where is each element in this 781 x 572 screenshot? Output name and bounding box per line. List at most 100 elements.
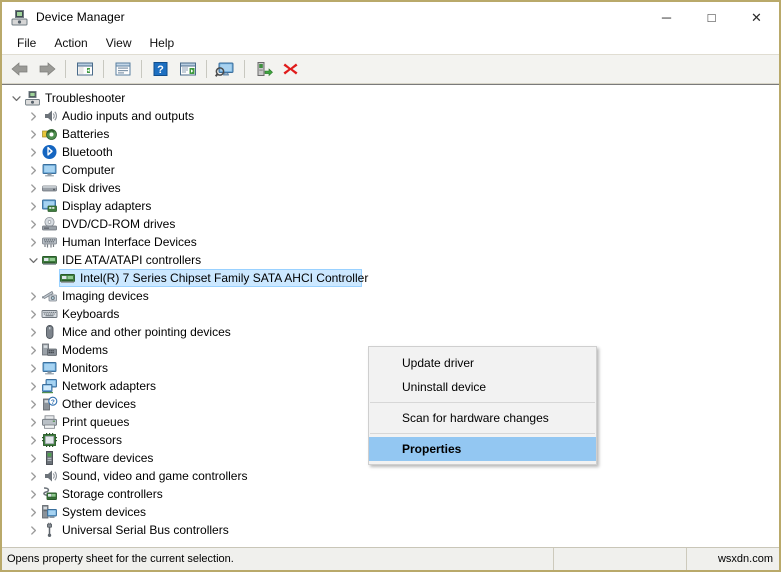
context-menu-item-update-driver[interactable]: Update driver [369, 351, 596, 375]
chevron-right-icon[interactable] [25, 341, 41, 359]
status-panel-watermark: wsxdn.com [717, 553, 773, 565]
tree-item-disk-drives[interactable]: Disk drives [2, 179, 779, 197]
tree-item-human-interface-devices[interactable]: Human Interface Devices [2, 233, 779, 251]
software-device-icon [41, 450, 58, 466]
tree-item-label: Keyboards [62, 307, 120, 321]
chevron-right-icon[interactable] [25, 377, 41, 395]
tree-item-troubleshooter[interactable]: Troubleshooter [2, 89, 779, 107]
tree-item-storage-controllers[interactable]: Storage controllers [2, 485, 779, 503]
context-menu-item-uninstall-device[interactable]: Uninstall device [369, 375, 596, 399]
tree-item-display-adapters[interactable]: Display adapters [2, 197, 779, 215]
tree-item-label: Imaging devices [62, 289, 149, 303]
tree-item-audio-inputs-and-outputs[interactable]: Audio inputs and outputs [2, 107, 779, 125]
properties-button[interactable] [110, 57, 135, 81]
monitor-icon [41, 162, 58, 178]
chevron-right-icon[interactable] [25, 395, 41, 413]
tree-item-label: Batteries [62, 127, 110, 141]
tree-item-batteries[interactable]: Batteries [2, 125, 779, 143]
tree-item-label: System devices [62, 505, 147, 519]
tree-item-intel-sata-ahci-controller[interactable]: Intel(R) 7 Series Chipset Family SATA AH… [2, 269, 779, 287]
tree-item-label: Network adapters [62, 379, 157, 393]
chevron-right-icon[interactable] [25, 521, 41, 539]
chevron-down-icon[interactable] [8, 89, 24, 107]
close-button[interactable]: ✕ [734, 2, 779, 32]
chevron-right-icon[interactable] [25, 449, 41, 467]
red-x-icon [283, 63, 298, 75]
update-driver-icon [257, 61, 273, 76]
tree-item-label: Processors [62, 433, 123, 447]
device-manager-window: Device Manager ─ □ ✕ File Action View He… [0, 0, 781, 572]
show-hide-console-tree-button[interactable] [72, 57, 97, 81]
chevron-right-icon[interactable] [25, 197, 41, 215]
title-bar: Device Manager ─ □ ✕ [2, 2, 779, 32]
status-bar: Opens property sheet for the current sel… [2, 547, 779, 570]
chevron-down-icon[interactable] [25, 251, 41, 269]
tree-item-ide-ata-atapi-controllers[interactable]: IDE ATA/ATAPI controllers [2, 251, 779, 269]
uninstall-device-button[interactable] [278, 57, 303, 81]
printer-icon [41, 414, 58, 430]
tree-item-label: Intel(R) 7 Series Chipset Family SATA AH… [80, 271, 369, 285]
chevron-right-icon[interactable] [25, 305, 41, 323]
chevron-right-icon[interactable] [25, 323, 41, 341]
chevron-right-icon[interactable] [25, 359, 41, 377]
chevron-right-icon[interactable] [25, 179, 41, 197]
action-play-icon [179, 62, 196, 76]
tree-item-computer[interactable]: Computer [2, 161, 779, 179]
update-driver-button[interactable] [251, 57, 276, 81]
chevron-right-icon[interactable] [25, 485, 41, 503]
forward-button[interactable] [34, 57, 59, 81]
chevron-right-icon[interactable] [25, 143, 41, 161]
chevron-right-icon[interactable] [25, 413, 41, 431]
tree-item-mice-and-other-pointing-devices[interactable]: Mice and other pointing devices [2, 323, 779, 341]
tree-item-dvd-cd-rom-drives[interactable]: DVD/CD-ROM drives [2, 215, 779, 233]
help-question-icon: ? [153, 62, 168, 76]
status-message: Opens property sheet for the current sel… [2, 548, 554, 570]
menu-help[interactable]: Help [141, 34, 184, 52]
menu-file[interactable]: File [8, 34, 45, 52]
back-button[interactable] [7, 57, 32, 81]
speaker-icon [41, 468, 58, 484]
chevron-right-icon[interactable] [25, 215, 41, 233]
tree-item-imaging-devices[interactable]: Imaging devices [2, 287, 779, 305]
tree-item-label: Display adapters [62, 199, 152, 213]
maximize-button[interactable]: □ [689, 2, 734, 32]
menu-view[interactable]: View [97, 34, 141, 52]
keyboard-icon [41, 306, 58, 322]
other-device-icon: ? [41, 396, 58, 412]
tree-item-system-devices[interactable]: System devices [2, 503, 779, 521]
toolbar-separator [141, 60, 142, 78]
tree-item-sound-video-and-game-controllers[interactable]: Sound, video and game controllers [2, 467, 779, 485]
chevron-right-icon[interactable] [25, 287, 41, 305]
toolbar: ? [2, 55, 779, 84]
computer-root-icon [24, 90, 41, 106]
chevron-right-icon[interactable] [25, 431, 41, 449]
optical-drive-icon [41, 216, 58, 232]
tree-item-label: Universal Serial Bus controllers [62, 523, 229, 537]
chevron-right-icon[interactable] [25, 161, 41, 179]
tree-item-label: Mice and other pointing devices [62, 325, 231, 339]
toolbar-separator [65, 60, 66, 78]
scan-for-hardware-changes-button[interactable] [213, 57, 238, 81]
chevron-right-icon[interactable] [25, 125, 41, 143]
tree-item-label: Disk drives [62, 181, 121, 195]
tree-item-label: Software devices [62, 451, 154, 465]
chevron-right-icon[interactable] [25, 233, 41, 251]
tree-item-bluetooth[interactable]: Bluetooth [2, 143, 779, 161]
chevron-right-icon[interactable] [25, 467, 41, 485]
device-tree: Troubleshooter Audio inputs and outputs [2, 89, 779, 547]
menu-action[interactable]: Action [45, 34, 96, 52]
tree-item-label: Sound, video and game controllers [62, 469, 248, 483]
tree-item-label: Print queues [62, 415, 130, 429]
help-button[interactable]: ? [148, 57, 173, 81]
context-menu-item-scan-for-hardware-changes[interactable]: Scan for hardware changes [369, 406, 596, 430]
minimize-button[interactable]: ─ [644, 2, 689, 32]
tree-item-universal-serial-bus-controllers[interactable]: Universal Serial Bus controllers [2, 521, 779, 539]
context-menu-item-properties[interactable]: Properties [369, 437, 596, 461]
toolbar-separator [244, 60, 245, 78]
chevron-right-icon[interactable] [25, 107, 41, 125]
action-button[interactable] [175, 57, 200, 81]
window-controls: ─ □ ✕ [644, 2, 779, 32]
tree-item-keyboards[interactable]: Keyboards [2, 305, 779, 323]
tree-item-label: Computer [62, 163, 115, 177]
chevron-right-icon[interactable] [25, 503, 41, 521]
